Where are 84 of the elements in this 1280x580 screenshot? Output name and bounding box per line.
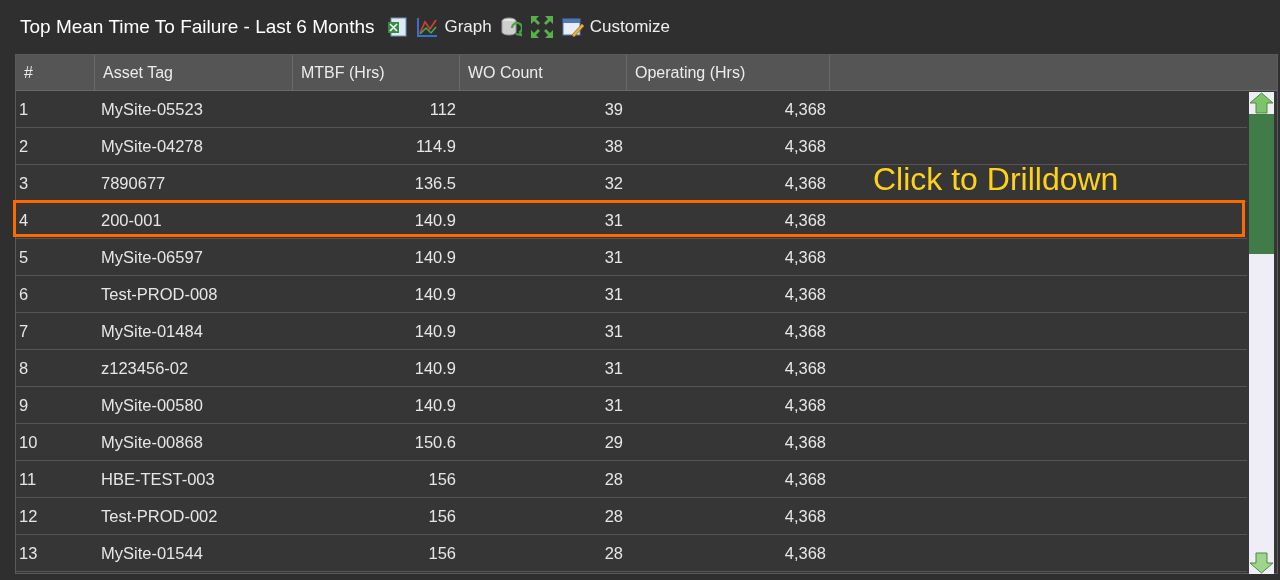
table-cell-text: Test-PROD-008 xyxy=(100,283,219,305)
spreadsheet-icon[interactable] xyxy=(386,16,409,38)
scrollbar-thumb[interactable] xyxy=(1249,114,1274,254)
expand-icon[interactable] xyxy=(529,15,554,39)
scrollbar-track[interactable] xyxy=(1249,92,1274,574)
table-cell-text: 10 xyxy=(18,431,39,453)
column-header[interactable]: # xyxy=(16,55,95,90)
table-cell-text: 4,368 xyxy=(783,505,827,527)
table-cell-text: HBE-TEST-003 xyxy=(100,468,216,490)
table-cell-text: 156 xyxy=(427,505,457,527)
table-cell-text: 114.9 xyxy=(414,135,457,157)
table-cell-text: 136.5 xyxy=(413,172,457,194)
table-cell-text: 140.9 xyxy=(413,320,457,342)
table-cell-text: MySite-04278 xyxy=(100,135,204,157)
scroll-up-icon[interactable] xyxy=(1249,92,1274,114)
row-highlight[interactable] xyxy=(13,200,1245,237)
table-cell-text: MySite-01544 xyxy=(100,542,204,564)
table-cell-text: 28 xyxy=(603,542,624,564)
table-cell-text: 3 xyxy=(18,172,30,194)
table-cell-text: 9 xyxy=(18,394,30,416)
column-header[interactable]: WO Count xyxy=(460,55,627,90)
table-cell-text: 4,368 xyxy=(783,468,827,490)
database-refresh-icon[interactable] xyxy=(499,16,522,38)
toolbar-link[interactable]: Graph xyxy=(444,14,492,40)
table-cell-text: 6 xyxy=(18,283,30,305)
table-cell-text: 31 xyxy=(603,394,624,416)
table-cell-text: 7 xyxy=(18,320,30,342)
table-cell-text: 7890677 xyxy=(100,172,167,194)
table-cell-text: 4,368 xyxy=(783,135,827,157)
table-cell-text: 5 xyxy=(18,246,30,268)
table-cell-text: 28 xyxy=(603,468,624,490)
table-cell-text: 31 xyxy=(603,246,624,268)
table-cell-text: z123456-02 xyxy=(100,357,190,379)
table-cell-text: 38 xyxy=(603,135,624,157)
table-cell-text: 31 xyxy=(603,209,624,231)
table-cell-text: 4 xyxy=(18,209,30,231)
table-cell-text: 29 xyxy=(603,431,624,453)
table-cell-text: Test-PROD-002 xyxy=(100,505,219,527)
table-cell-text: 4,368 xyxy=(783,172,827,194)
table-cell-text: 140.9 xyxy=(413,209,457,231)
table-cell-text: 4,368 xyxy=(783,98,827,120)
table-cell-text: 140.9 xyxy=(413,283,457,305)
table-cell-text: 4,368 xyxy=(783,431,827,453)
table-cell-text: 11 xyxy=(18,468,38,490)
line-chart-icon[interactable] xyxy=(416,16,439,38)
table-cell-text: 28 xyxy=(603,505,624,527)
table-cell-text: 31 xyxy=(603,283,624,305)
table-cell-text: 4,368 xyxy=(783,542,827,564)
callout-text: Click to Drilldown xyxy=(873,160,1119,199)
table-cell-text: 4,368 xyxy=(783,246,827,268)
table-cell-text: 1 xyxy=(18,98,30,120)
toolbar-link[interactable]: Customize xyxy=(589,14,671,40)
table-cell-text: 156 xyxy=(427,542,457,564)
table-cell-text: 140.9 xyxy=(413,394,457,416)
table-cell-text: 12 xyxy=(18,505,39,527)
table-cell-text: 200-001 xyxy=(100,209,163,231)
table-cell-text: MySite-01484 xyxy=(100,320,204,342)
table-cell-text: 32 xyxy=(603,172,624,194)
column-header[interactable]: Operating (Hrs) xyxy=(627,55,830,90)
table-cell-text: 8 xyxy=(18,357,30,379)
table-cell-text: 4,368 xyxy=(783,320,827,342)
table-cell-text: MySite-00868 xyxy=(100,431,204,453)
table-cell-text: MySite-06597 xyxy=(100,246,204,268)
table-cell-text: 2 xyxy=(18,135,30,157)
form-edit-icon[interactable] xyxy=(561,16,584,38)
column-header[interactable]: MTBF (Hrs) xyxy=(293,55,460,90)
scroll-down-icon[interactable] xyxy=(1249,552,1274,574)
widget-title: Top Mean Time To Failure - Last 6 Months xyxy=(20,14,375,39)
table-cell-text: 4,368 xyxy=(783,209,827,231)
column-header[interactable]: Asset Tag xyxy=(95,55,293,90)
table-cell-text: 39 xyxy=(603,98,624,120)
table-cell-text: 112 xyxy=(428,98,457,120)
table-cell-text: 140.9 xyxy=(413,357,457,379)
table-cell-text: 140.9 xyxy=(413,246,457,268)
table-cell-text: 4,368 xyxy=(783,357,827,379)
table-cell-text: 150.6 xyxy=(413,431,457,453)
table-cell-text: 31 xyxy=(603,320,624,342)
table-cell-text: 4,368 xyxy=(783,283,827,305)
table-cell-text: 4,368 xyxy=(783,394,827,416)
table-cell-text: MySite-00580 xyxy=(100,394,204,416)
table-cell-text: 156 xyxy=(427,468,457,490)
table-cell-text: 13 xyxy=(18,542,39,564)
table-cell-text: MySite-05523 xyxy=(100,98,204,120)
table-cell-text: 31 xyxy=(603,357,624,379)
